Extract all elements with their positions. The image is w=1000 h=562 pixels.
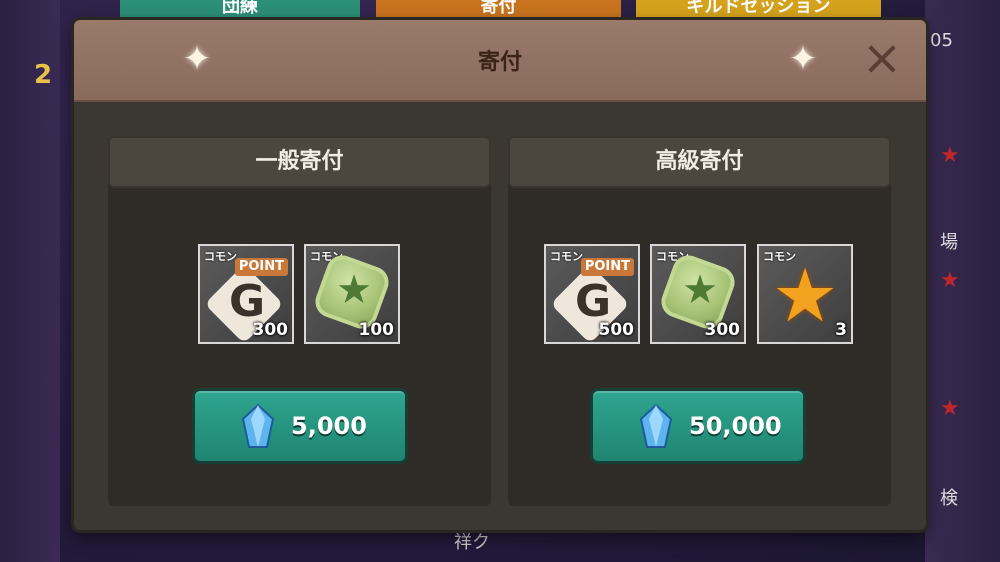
bg-right-label-1: 場 [940, 232, 958, 253]
reward-item-star-stone[interactable]: コモン ★ 100 [304, 244, 400, 344]
donate-cost: 50,000 [689, 412, 782, 440]
rarity-label: コモン [550, 250, 583, 263]
reward-item-star-stone[interactable]: コモン ★ 300 [650, 244, 746, 344]
bg-left-number: 2 [34, 60, 53, 90]
bg-right-number: 05 [930, 30, 953, 51]
donation-dialog: ✦ 寄付 ✦ × 一般寄付 コモン G POINT 300 コモン ★ 100 … [74, 20, 926, 530]
reward-item-gold-star[interactable]: コモン ★ 3 [757, 244, 853, 344]
item-quantity: 100 [358, 320, 395, 340]
close-button[interactable]: × [860, 34, 904, 82]
red-star-icon: ★ [940, 268, 960, 293]
reward-item-guild-point[interactable]: コモン G POINT 500 [544, 244, 640, 344]
bg-bottom-text: 祥ク [454, 532, 490, 553]
donate-premium-button[interactable]: 50,000 [590, 388, 806, 464]
donation-card-title: 高級寄付 [508, 136, 891, 188]
donation-card-general: 一般寄付 コモン G POINT 300 コモン ★ 100 5,000 [108, 136, 491, 506]
donation-card-title: 一般寄付 [108, 136, 491, 188]
bg-right-label-2: 検 [940, 488, 958, 509]
point-tag: POINT [580, 258, 634, 276]
blue-gem-icon [241, 403, 275, 448]
item-quantity: 300 [252, 320, 289, 340]
gold-star-icon: ★ [771, 253, 839, 339]
donation-card-premium: 高級寄付 コモン G POINT 500 コモン ★ 300 コモン ★ 3 5… [508, 136, 891, 506]
rarity-label: コモン [204, 250, 237, 263]
blue-gem-icon [639, 403, 673, 448]
sparkle-icon: ✦ [788, 39, 818, 79]
reward-item-guild-point[interactable]: コモン G POINT 300 [198, 244, 294, 344]
item-quantity: 3 [835, 320, 847, 340]
red-star-icon: ★ [940, 396, 960, 421]
red-star-icon: ★ [940, 143, 960, 168]
close-icon: × [861, 30, 903, 86]
donate-cost: 5,000 [291, 412, 367, 440]
donate-general-button[interactable]: 5,000 [192, 388, 408, 464]
background-right-strip [925, 0, 1000, 562]
point-tag: POINT [234, 258, 288, 276]
item-quantity: 300 [704, 320, 741, 340]
item-quantity: 500 [598, 320, 635, 340]
dialog-header: ✦ 寄付 ✦ × [74, 20, 926, 102]
